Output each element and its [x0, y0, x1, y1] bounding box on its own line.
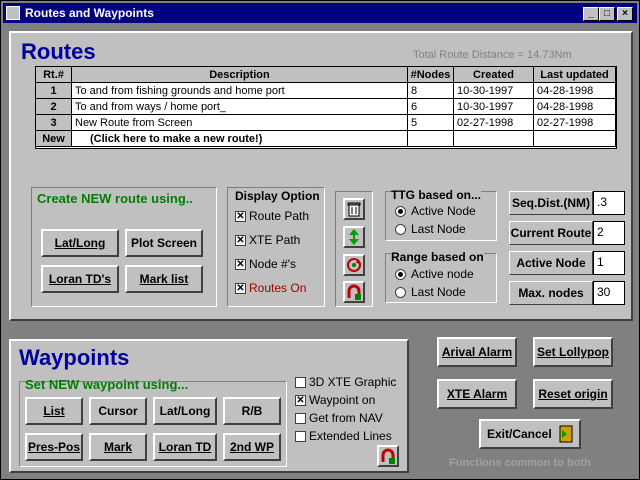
waypoint-2nd-wp-button[interactable]: 2nd WP [223, 433, 281, 461]
waypoint-rb-button[interactable]: R/B [223, 397, 281, 425]
route-mark-list-button[interactable]: Mark list [125, 265, 203, 293]
current-route-label: Current Route [509, 221, 593, 245]
ttg-last-node-radio[interactable] [395, 224, 406, 235]
waypoint-latlong-button[interactable]: Lat/Long [153, 397, 217, 425]
routes-on-checkbox[interactable]: ✕ [235, 283, 246, 294]
table-cell[interactable]: 10-30-1997 [454, 99, 534, 115]
range-active-node-label: Active node [411, 267, 474, 281]
range-last-node-label: Last Node [411, 285, 466, 299]
column-header: Description [72, 67, 408, 83]
exit-door-icon [559, 425, 573, 452]
display-option-label: Display Option [235, 189, 320, 203]
ttg-active-node-label: Active Node [411, 204, 476, 218]
column-header: #Nodes [408, 67, 454, 83]
waypoint-mark-button[interactable]: Mark [89, 433, 147, 461]
arival-alarm-button[interactable]: Arival Alarm [437, 337, 517, 367]
close-button[interactable]: × [617, 7, 633, 21]
window-title: Routes and Waypoints [25, 6, 154, 20]
active-node-field[interactable]: 1 [593, 251, 625, 275]
column-header: Last updated [534, 67, 616, 83]
table-cell[interactable] [534, 131, 616, 147]
table-row-number[interactable]: 1 [36, 83, 72, 99]
table-cell[interactable] [408, 131, 454, 147]
waypoint-loran-button[interactable]: Loran TD [153, 433, 217, 461]
maximize-button[interactable]: □ [599, 7, 615, 21]
routes-heading: Routes [21, 39, 96, 64]
ttg-last-node-label: Last Node [411, 222, 466, 236]
table-row-number[interactable]: 3 [36, 115, 72, 131]
get-from-nav-label: Get from NAV [309, 411, 383, 425]
xte-path-checkbox[interactable]: ✕ [235, 235, 246, 246]
total-route-distance: Total Route Distance = 14.73Nm [413, 49, 572, 61]
reverse-route-icon[interactable] [343, 254, 365, 276]
max-nodes-field[interactable]: 30 [593, 281, 625, 305]
table-row-number[interactable]: 2 [36, 99, 72, 115]
extended-lines-label: Extended Lines [309, 429, 392, 443]
common-functions-note: Functions common to both [449, 457, 591, 469]
routes-table: Rt.# Description #Nodes Created Last upd… [35, 66, 617, 149]
table-cell[interactable]: 6 [408, 99, 454, 115]
column-header: Created [454, 67, 534, 83]
ttg-active-node-radio[interactable] [395, 206, 406, 217]
trash-icon[interactable] [343, 198, 365, 220]
create-route-label: Create NEW route using.. [37, 191, 194, 206]
table-cell[interactable]: 8 [408, 83, 454, 99]
table-cell[interactable]: 04-28-1998 [534, 99, 616, 115]
routes-on-label: Routes On [249, 281, 307, 295]
node-numbers-checkbox[interactable]: ✕ [235, 259, 246, 270]
waypoint-pres-pos-button[interactable]: Pres-Pos [25, 433, 83, 461]
table-cell[interactable]: 5 [408, 115, 454, 131]
range-last-node-radio[interactable] [395, 287, 406, 298]
xte-alarm-button[interactable]: XTE Alarm [437, 379, 517, 409]
table-cell[interactable]: 04-28-1998 [534, 83, 616, 99]
up-down-arrows-icon[interactable] [343, 226, 365, 248]
waypoint-on-label: Waypoint on [309, 393, 376, 407]
magnet-waypoint-icon[interactable] [377, 445, 399, 467]
new-route-cell[interactable]: (Click here to make a new route!) [72, 131, 408, 147]
max-nodes-label: Max. nodes [509, 281, 593, 305]
route-path-label: Route Path [249, 209, 310, 223]
active-node-label: Active Node [509, 251, 593, 275]
route-latlong-button[interactable]: Lat/Long [41, 229, 119, 257]
waypoint-on-checkbox[interactable]: ✕ [295, 395, 306, 406]
get-from-nav-checkbox[interactable] [295, 413, 306, 424]
table-cell[interactable]: To and from fishing grounds and home por… [72, 83, 408, 99]
waypoint-cursor-button[interactable]: Cursor [89, 397, 147, 425]
range-active-node-radio[interactable] [395, 269, 406, 280]
set-lollypop-button[interactable]: Set Lollypop [533, 337, 613, 367]
extended-lines-checkbox[interactable] [295, 431, 306, 442]
table-row-number[interactable]: New [36, 131, 72, 147]
column-header: Rt.# [36, 67, 72, 83]
ttg-label: TTG based on... [391, 188, 482, 202]
reset-origin-button[interactable]: Reset origin [533, 379, 613, 409]
current-route-field[interactable]: 2 [593, 221, 625, 245]
table-cell[interactable]: New Route from Screen [72, 115, 408, 131]
seq-dist-field[interactable]: .3 [593, 191, 625, 215]
xte-path-label: XTE Path [249, 233, 301, 247]
app-icon [6, 6, 20, 20]
table-cell[interactable]: 10-30-1997 [454, 83, 534, 99]
table-cell[interactable]: 02-27-1998 [534, 115, 616, 131]
table-cell[interactable] [454, 131, 534, 147]
waypoint-list-button[interactable]: List [25, 397, 83, 425]
minimize-button[interactable]: _ [583, 7, 599, 21]
title-bar[interactable]: Routes and Waypoints _ □ × [3, 3, 637, 23]
seq-dist-label: Seq.Dist.(NM) [509, 191, 593, 215]
set-waypoint-label: Set NEW waypoint using... [25, 377, 189, 392]
route-plot-screen-button[interactable]: Plot Screen [125, 229, 203, 257]
3d-xte-label: 3D XTE Graphic [309, 375, 397, 389]
route-loran-button[interactable]: Loran TD's [41, 265, 119, 293]
table-cell[interactable]: To and from ways / home port_ [72, 99, 408, 115]
range-label: Range based on [391, 250, 484, 264]
table-cell[interactable]: 02-27-1998 [454, 115, 534, 131]
exit-cancel-button[interactable]: Exit/Cancel [479, 419, 581, 449]
app-window: Routes and Waypoints _ □ × Routes Total … [0, 0, 640, 480]
node-numbers-label: Node #'s [249, 257, 296, 271]
waypoints-heading: Waypoints [19, 345, 130, 370]
route-path-checkbox[interactable]: ✕ [235, 211, 246, 222]
3d-xte-checkbox[interactable] [295, 377, 306, 388]
magnet-route-icon[interactable] [343, 281, 365, 303]
exit-cancel-label: Exit/Cancel [487, 427, 552, 441]
